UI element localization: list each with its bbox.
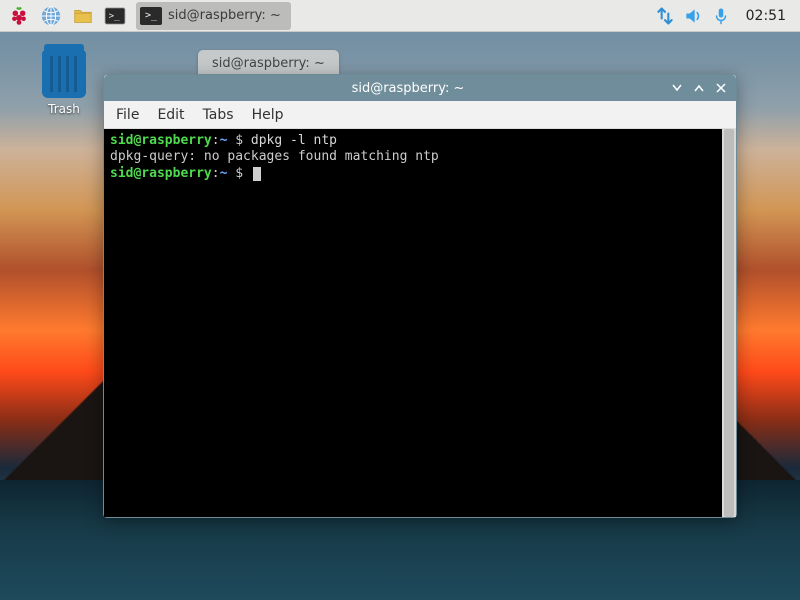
terminal-launcher-icon[interactable]: >_ (100, 2, 130, 30)
trash-icon (42, 50, 86, 98)
taskbar-app-terminal[interactable]: >_ sid@raspberry: ~ (136, 2, 291, 30)
prompt-dollar: $ (227, 133, 250, 148)
command-1: dpkg -l ntp (251, 133, 337, 148)
trash-label: Trash (36, 102, 92, 116)
svg-text:>_: >_ (109, 10, 121, 21)
clock[interactable]: 02:51 (736, 8, 796, 24)
terminal-window: sid@raspberry: ~ File Edit Tabs Help sid… (103, 74, 737, 518)
web-browser-icon[interactable] (36, 2, 66, 30)
window-minimize-icon[interactable] (670, 81, 684, 95)
window-maximize-icon[interactable] (692, 81, 706, 95)
prompt-sep: : (212, 133, 220, 148)
menu-help[interactable]: Help (252, 107, 284, 123)
terminal-body: sid@raspberry:~ $ dpkg -l ntp dpkg-query… (104, 129, 736, 517)
menu-tabs[interactable]: Tabs (203, 107, 234, 123)
menu-raspberry-icon[interactable] (4, 2, 34, 30)
prompt-user-host: sid@raspberry (110, 133, 212, 148)
taskbar-app-label: sid@raspberry: ~ (168, 8, 281, 23)
output-line-1: dpkg-query: no packages found matching n… (110, 149, 439, 164)
window-close-icon[interactable] (714, 81, 728, 95)
network-icon[interactable] (652, 6, 678, 26)
scrollbar-track[interactable] (722, 129, 736, 517)
menu-file[interactable]: File (116, 107, 139, 123)
cursor (253, 167, 261, 181)
terminal-output[interactable]: sid@raspberry:~ $ dpkg -l ntp dpkg-query… (104, 129, 722, 517)
scrollbar[interactable] (722, 129, 736, 517)
prompt-sep: : (212, 166, 220, 181)
desktop-trash[interactable]: Trash (36, 50, 92, 116)
taskbar: >_ >_ sid@raspberry: ~ 02:51 (0, 0, 800, 32)
window-tab-ghost: sid@raspberry: ~ (198, 50, 339, 77)
prompt-user-host: sid@raspberry (110, 166, 212, 181)
file-manager-icon[interactable] (68, 2, 98, 30)
menubar: File Edit Tabs Help (104, 101, 736, 129)
menu-edit[interactable]: Edit (157, 107, 184, 123)
window-titlebar[interactable]: sid@raspberry: ~ (104, 75, 736, 101)
microphone-icon[interactable] (708, 6, 734, 26)
terminal-icon: >_ (140, 7, 162, 25)
prompt-dollar: $ (227, 166, 250, 181)
volume-icon[interactable] (680, 6, 706, 26)
scrollbar-thumb[interactable] (724, 129, 734, 517)
window-title: sid@raspberry: ~ (154, 81, 662, 96)
